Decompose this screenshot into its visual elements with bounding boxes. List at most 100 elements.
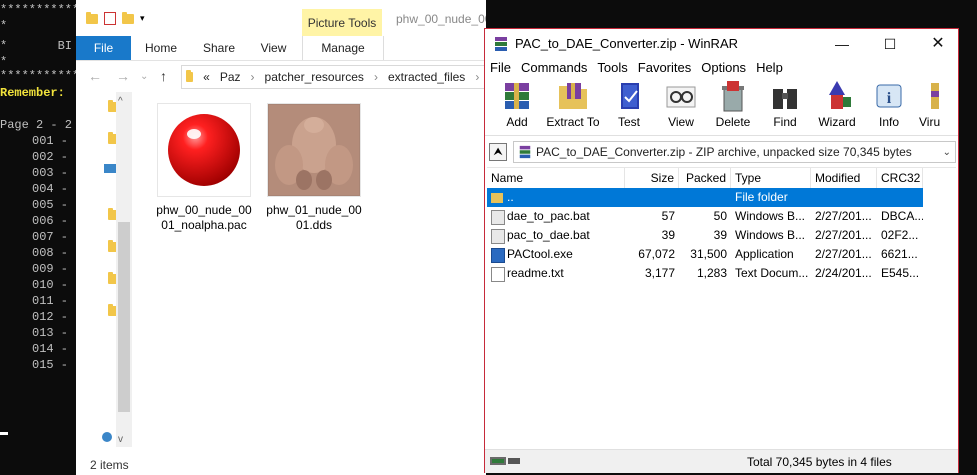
menu-tools[interactable]: Tools	[592, 59, 632, 79]
file-thumbnail[interactable]	[267, 103, 361, 197]
menu-favorites[interactable]: Favorites	[633, 59, 696, 79]
info-button[interactable]: i Info	[861, 79, 917, 129]
nav-scrollbar[interactable]: ^ v	[116, 92, 132, 447]
delete-label: Delete	[715, 115, 751, 129]
row-size: 57	[661, 209, 675, 223]
console-item: 010 -	[32, 278, 69, 292]
row-crc32: 6621...	[881, 247, 918, 261]
breadcrumb-item[interactable]: extracted_files	[388, 70, 465, 84]
column-type[interactable]: Type	[731, 168, 811, 188]
file-row[interactable]: pac_to_dae.bat 39 39 Windows B... 2/27/201..…	[487, 226, 923, 245]
new-folder-icon[interactable]	[122, 11, 134, 24]
row-size: 3,177	[644, 266, 675, 280]
folder-icon[interactable]	[86, 11, 98, 24]
breadcrumb-overflow[interactable]: «	[203, 70, 210, 84]
console-item: 003 -	[32, 166, 69, 180]
menu-file[interactable]: File	[485, 59, 516, 79]
virus-scan-icon	[931, 83, 939, 109]
console-item: 001 -	[32, 134, 69, 148]
console-line: * BI	[0, 39, 73, 53]
row-name: PACtool.exe	[507, 247, 573, 261]
info-label: Info	[878, 115, 899, 129]
console-item: 008 -	[32, 246, 69, 260]
scroll-up-icon[interactable]: ^	[118, 96, 123, 107]
column-modified[interactable]: Modified	[811, 168, 877, 188]
qat-dropdown-icon[interactable]: ▾	[140, 13, 145, 24]
breadcrumb-item[interactable]: patcher_resources	[265, 70, 364, 84]
find-button[interactable]: Find	[757, 79, 813, 129]
console-item: 013 -	[32, 326, 69, 340]
delete-button[interactable]: Delete	[705, 79, 761, 129]
winrar-title: PAC_to_DAE_Converter.zip - WinRAR	[515, 36, 739, 51]
file-list-header: Name Size Packed Type Modified CRC32	[487, 168, 956, 188]
add-button[interactable]: Add	[489, 79, 545, 129]
network-icon[interactable]	[102, 432, 112, 442]
console-item: 012 -	[32, 310, 69, 324]
up-arrow-icon[interactable]: ↑	[160, 68, 167, 84]
forward-arrow-icon[interactable]: →	[116, 68, 130, 84]
info-icon: i	[876, 84, 902, 108]
archive-path-field[interactable]: PAC_to_DAE_Converter.zip - ZIP archive, …	[513, 141, 956, 163]
console-item: 004 -	[32, 182, 69, 196]
test-button[interactable]: Test	[601, 79, 657, 129]
file-item[interactable]: phw_01_nude_0001.dds	[264, 103, 364, 233]
path-bar: ⮝ PAC_to_DAE_Converter.zip - ZIP archive…	[489, 141, 956, 163]
scrollbar-thumb[interactable]	[118, 222, 130, 412]
extract-to-label: Extract To	[546, 115, 600, 129]
checkbox-icon[interactable]	[104, 12, 116, 25]
tab-share[interactable]: Share	[194, 36, 244, 60]
virus-scan-button[interactable]: Viru	[915, 79, 955, 129]
file-row[interactable]: readme.txt 3,177 1,283 Text Docum... 2/24/20…	[487, 264, 923, 283]
menu-commands[interactable]: Commands	[516, 59, 592, 79]
row-crc32: E545...	[881, 266, 920, 280]
file-thumbnail[interactable]	[157, 103, 251, 197]
column-size[interactable]: Size	[625, 168, 679, 188]
console-line: ***********	[0, 69, 76, 83]
tab-home[interactable]: Home	[136, 36, 186, 60]
scroll-down-icon[interactable]: v	[118, 434, 123, 445]
menu-options[interactable]: Options	[696, 59, 751, 79]
tab-manage[interactable]: Manage	[302, 36, 384, 60]
close-icon[interactable]: ✕	[923, 33, 953, 55]
file-item[interactable]: phw_00_nude_0001_noalpha.pac	[154, 103, 254, 233]
row-type: Windows B...	[735, 228, 806, 242]
column-name[interactable]: Name	[487, 168, 625, 188]
explorer-title: phw_00_nude_0001_noalpha	[396, 12, 486, 26]
tab-view[interactable]: View	[251, 36, 296, 60]
picture-tools-tab-group: Picture Tools	[302, 9, 382, 37]
bat-icon	[491, 210, 505, 225]
minimize-icon[interactable]: —	[827, 33, 857, 55]
add-label: Add	[506, 115, 528, 129]
console-window: *********** * * BI * *********** Remembe…	[0, 0, 76, 475]
folder-icon	[186, 70, 194, 82]
computer-icon[interactable]	[104, 164, 116, 173]
up-folder-button[interactable]: ⮝	[489, 143, 507, 161]
column-packed[interactable]: Packed	[679, 168, 731, 188]
row-type: File folder	[735, 190, 788, 204]
row-modified: 2/27/201...	[815, 247, 872, 261]
maximize-icon[interactable]: ☐	[875, 33, 905, 55]
row-packed: 1,283	[696, 266, 727, 280]
winrar-app-icon	[495, 37, 507, 51]
wizard-button[interactable]: Wizard	[809, 79, 865, 129]
view-button[interactable]: View	[653, 79, 709, 129]
breadcrumb-item[interactable]: Paz	[220, 70, 241, 84]
extract-to-button[interactable]: Extract To	[543, 79, 603, 129]
menu-bar: File Commands Tools Favorites Options He…	[485, 59, 958, 79]
row-crc32: DBCA...	[881, 209, 923, 223]
file-row[interactable]: dae_to_pac.bat 57 50 Windows B... 2/27/201..…	[487, 207, 923, 226]
tab-file[interactable]: File	[76, 36, 131, 60]
explorer-titlebar: ▾ Picture Tools phw_00_nude_0001_noalpha	[76, 0, 486, 37]
drive-icon[interactable]	[489, 455, 521, 467]
menu-help[interactable]: Help	[751, 59, 788, 79]
row-type: Text Docum...	[735, 266, 809, 280]
file-row[interactable]: .. File folder	[487, 188, 923, 207]
red-ball-icon	[168, 114, 240, 186]
column-crc32[interactable]: CRC32	[877, 168, 923, 188]
recent-dropdown-icon[interactable]: ⌄	[140, 71, 148, 82]
virus-label: Viru	[919, 115, 941, 129]
back-arrow-icon[interactable]: ←	[88, 68, 102, 84]
file-row[interactable]: PACtool.exe 67,072 31,500 Application 2/27/2…	[487, 245, 923, 264]
address-bar[interactable]: « Paz › patcher_resources › extracted_fi…	[181, 65, 486, 89]
chevron-down-icon[interactable]: ⌄	[943, 147, 951, 158]
